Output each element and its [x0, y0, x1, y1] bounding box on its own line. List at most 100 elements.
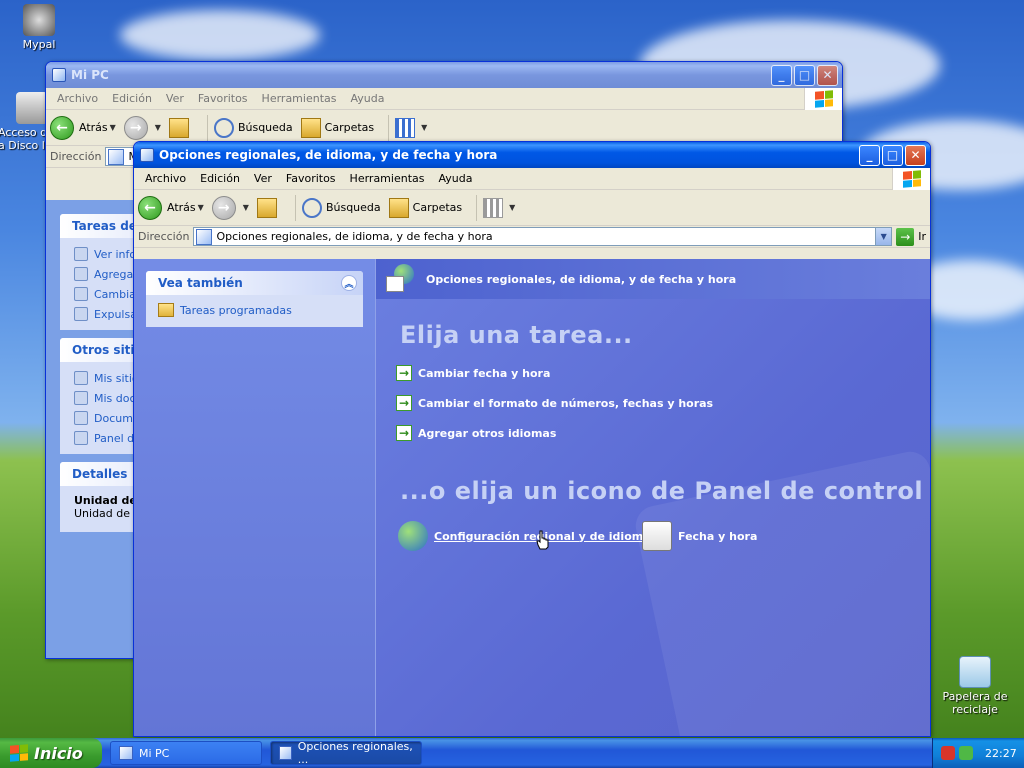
hand-cursor-icon [536, 530, 549, 550]
views-button[interactable]: ▼ [483, 197, 515, 218]
taskbar-button-label: Mi PC [139, 746, 170, 760]
calendar-clock-icon [642, 521, 672, 551]
menu-ayuda[interactable]: Ayuda [431, 172, 479, 185]
computer-icon [108, 148, 125, 165]
scheduled-tasks-link[interactable]: Tareas programadas [146, 295, 363, 327]
security-shield-icon[interactable] [941, 746, 955, 760]
menu-archivo[interactable]: Archivo [138, 172, 193, 185]
search-button[interactable]: Búsqueda [301, 197, 381, 218]
green-arrow-icon: → [396, 425, 412, 441]
menu-ayuda[interactable]: Ayuda [343, 92, 391, 105]
address-dropdown-button[interactable]: ▼ [875, 228, 892, 245]
task-label: Agregar otros idiomas [418, 426, 557, 440]
search-button[interactable]: Búsqueda [213, 117, 293, 138]
control-panel-icon [74, 431, 88, 445]
date-time-icon-link[interactable]: Fecha y hora [642, 521, 757, 551]
menu-archivo[interactable]: Archivo [50, 92, 105, 105]
forward-arrow-icon: → [123, 115, 148, 140]
mipc-title: Mi PC [71, 68, 109, 82]
close-button[interactable]: ✕ [817, 64, 838, 86]
regional-language-icon-link[interactable]: Configuración regional y de idioma [398, 521, 651, 551]
forward-button[interactable]: → ▼ [123, 115, 161, 140]
menu-herramientas[interactable]: Herramientas [343, 172, 432, 185]
menu-herramientas[interactable]: Herramientas [255, 92, 344, 105]
regional-menubar: Archivo Edición Ver Favoritos Herramient… [134, 168, 930, 190]
taskbar-button-label: Opciones regionales, ... [297, 740, 413, 766]
collapse-chevron-icon[interactable]: ︽ [341, 275, 357, 291]
task-change-format[interactable]: → Cambiar el formato de números, fechas … [396, 395, 713, 411]
menu-edicion[interactable]: Edición [193, 172, 247, 185]
forward-button[interactable]: → ▼ [211, 195, 249, 220]
clock[interactable]: 22:27 [985, 747, 1017, 760]
menu-ver[interactable]: Ver [159, 92, 191, 105]
see-also-panel: Vea también ︽ Tareas programadas [146, 271, 363, 327]
menu-favoritos[interactable]: Favoritos [279, 172, 343, 185]
category-title: Opciones regionales, de idioma, y de fec… [426, 272, 737, 286]
network-icon[interactable] [959, 746, 973, 760]
network-icon [74, 371, 88, 385]
minimize-button[interactable]: _ [859, 144, 880, 166]
raccoon-icon [23, 4, 55, 36]
regional-titlebar[interactable]: Opciones regionales, de idioma, y de fec… [134, 142, 930, 168]
go-button[interactable]: → Ir [896, 227, 926, 246]
maximize-button[interactable]: □ [882, 144, 903, 166]
go-label: Ir [918, 230, 926, 243]
category-header: Opciones regionales, de idioma, y de fec… [376, 259, 930, 299]
scheduled-tasks-label: Tareas programadas [180, 303, 292, 317]
start-button[interactable]: Inicio [0, 738, 102, 768]
see-also-header[interactable]: Vea también ︽ [146, 271, 363, 295]
folders-icon [388, 197, 409, 218]
back-label: Atrás [167, 201, 196, 214]
close-button[interactable]: ✕ [905, 144, 926, 166]
back-button[interactable]: ← Atrás ▼ [138, 195, 204, 220]
address-input[interactable]: Opciones regionales, de idioma, y de fec… [193, 227, 893, 246]
minimize-button[interactable]: _ [771, 64, 792, 86]
back-button[interactable]: ← Atrás ▼ [50, 115, 116, 140]
taskbar-button-mipc[interactable]: Mi PC [110, 741, 262, 765]
folder-icon [74, 411, 88, 425]
folders-icon [300, 117, 321, 138]
desktop-icon-recycle-bin[interactable]: Papelera de reciclaje [940, 656, 1010, 716]
globe-calendar-icon [386, 264, 416, 294]
search-label: Búsqueda [325, 201, 381, 214]
folders-button[interactable]: Carpetas [300, 117, 374, 138]
desktop-icon-disk-shortcut[interactable]: Acceso d a Disco l [0, 92, 48, 152]
menu-ver[interactable]: Ver [247, 172, 279, 185]
folders-button[interactable]: Carpetas [388, 197, 463, 218]
mipc-titlebar[interactable]: Mi PC _ □ ✕ [46, 62, 842, 88]
maximize-button[interactable]: □ [794, 64, 815, 86]
pick-task-heading: Elija una tarea... [400, 321, 633, 349]
regional-window[interactable]: Opciones regionales, de idioma, y de fec… [133, 141, 931, 737]
globe-icon [398, 521, 428, 551]
address-label: Dirección [50, 150, 102, 163]
scheduled-tasks-icon [158, 303, 174, 317]
eject-icon [74, 307, 88, 321]
windows-flag-icon [10, 744, 28, 762]
menu-favoritos[interactable]: Favoritos [191, 92, 255, 105]
system-tray: 22:27 [932, 738, 1024, 768]
folders-label: Carpetas [412, 201, 463, 214]
task-add-languages[interactable]: → Agregar otros idiomas [396, 425, 556, 441]
category-pane: Opciones regionales, de idioma, y de fec… [376, 259, 930, 736]
side-pane: Vea también ︽ Tareas programadas [134, 259, 376, 736]
computer-icon [52, 68, 66, 82]
taskbar-button-regional[interactable]: Opciones regionales, ... [270, 740, 422, 766]
views-button[interactable]: ▼ [395, 117, 427, 138]
start-label: Inicio [34, 743, 83, 763]
back-arrow-icon: ← [50, 115, 74, 140]
desktop-icon-label: Acceso d [0, 126, 48, 139]
address-label: Dirección [138, 230, 190, 243]
control-panel-icon [279, 746, 292, 760]
up-folder-button[interactable] [168, 117, 193, 138]
desktop-icon-mypal[interactable]: Mypal [4, 4, 74, 51]
recycle-bin-label-2: reciclaje [952, 703, 998, 716]
regional-toolbar: ← Atrás ▼ → ▼ Búsqueda Carpetas ▼ [134, 190, 930, 226]
menu-edicion[interactable]: Edición [105, 92, 159, 105]
control-panel-icon [196, 228, 213, 245]
views-icon [395, 117, 416, 138]
regional-address-bar: Dirección Opciones regionales, de idioma… [134, 226, 930, 248]
control-panel-icon [140, 148, 154, 162]
green-arrow-icon: → [396, 365, 412, 381]
task-change-date-time[interactable]: → Cambiar fecha y hora [396, 365, 550, 381]
up-folder-button[interactable] [256, 197, 281, 218]
